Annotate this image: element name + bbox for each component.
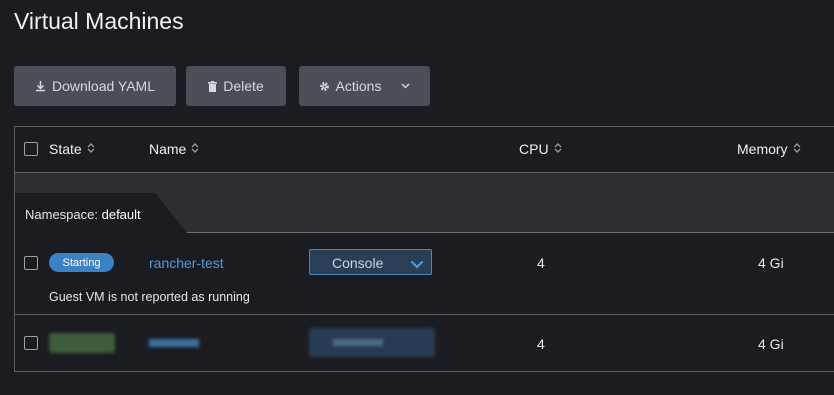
status-message: Guest VM is not reported as running <box>49 290 250 304</box>
vm-name-link[interactable]: rancher-test <box>149 255 224 271</box>
download-yaml-label: Download YAML <box>52 78 155 94</box>
delete-label: Delete <box>223 78 264 94</box>
namespace-label: Namespace: <box>25 207 98 222</box>
column-state-label: State <box>49 141 82 157</box>
console-label: Console <box>332 255 384 271</box>
virtual-machines-page: Virtual Machines Download YAML Delete Ac… <box>0 0 834 395</box>
namespace-group-label: Namespace: default <box>25 207 141 222</box>
gear-icon <box>319 81 330 92</box>
actions-dropdown-button[interactable]: Actions <box>299 66 430 106</box>
sort-icon <box>793 141 801 157</box>
memory-value: 4 Gi <box>758 336 784 352</box>
select-all-checkbox[interactable] <box>24 142 38 156</box>
status-badge: Starting <box>49 253 114 272</box>
sort-icon <box>554 141 562 157</box>
trash-icon <box>208 80 218 92</box>
sort-icon <box>191 141 199 157</box>
vm-table: State Name CPU Memory Namespace: default… <box>14 126 834 372</box>
redacted-console-button[interactable] <box>309 328 435 357</box>
row-checkbox[interactable] <box>24 256 38 270</box>
page-title: Virtual Machines <box>14 8 184 34</box>
download-yaml-button[interactable]: Download YAML <box>14 66 176 106</box>
delete-button[interactable]: Delete <box>186 66 286 106</box>
chevron-down-icon <box>410 256 424 272</box>
table-header: State Name CPU Memory <box>15 127 834 173</box>
column-memory-label: Memory <box>737 141 788 157</box>
column-header-memory[interactable]: Memory <box>737 141 801 157</box>
column-header-state[interactable]: State <box>49 141 95 157</box>
sort-icon <box>87 141 95 157</box>
column-name-label: Name <box>149 141 187 157</box>
redacted-status-badge <box>49 333 115 353</box>
chevron-down-icon <box>401 83 410 89</box>
namespace-value: default <box>101 207 141 222</box>
cpu-value: 4 <box>537 255 545 271</box>
table-row: Starting rancher-test Console 4 4 Gi Gue… <box>15 234 834 315</box>
actions-label: Actions <box>335 78 382 94</box>
column-cpu-label: CPU <box>519 141 549 157</box>
redacted-vm-name-link[interactable] <box>149 339 199 347</box>
column-header-cpu[interactable]: CPU <box>519 141 562 157</box>
table-row: 4 4 Gi <box>15 316 834 373</box>
namespace-group-row: Namespace: default <box>15 173 834 233</box>
column-header-name[interactable]: Name <box>149 141 199 157</box>
cpu-value: 4 <box>537 336 545 352</box>
memory-value: 4 Gi <box>758 255 784 271</box>
row-checkbox[interactable] <box>24 336 38 350</box>
download-icon <box>35 80 46 92</box>
console-dropdown-button[interactable]: Console <box>309 249 432 275</box>
